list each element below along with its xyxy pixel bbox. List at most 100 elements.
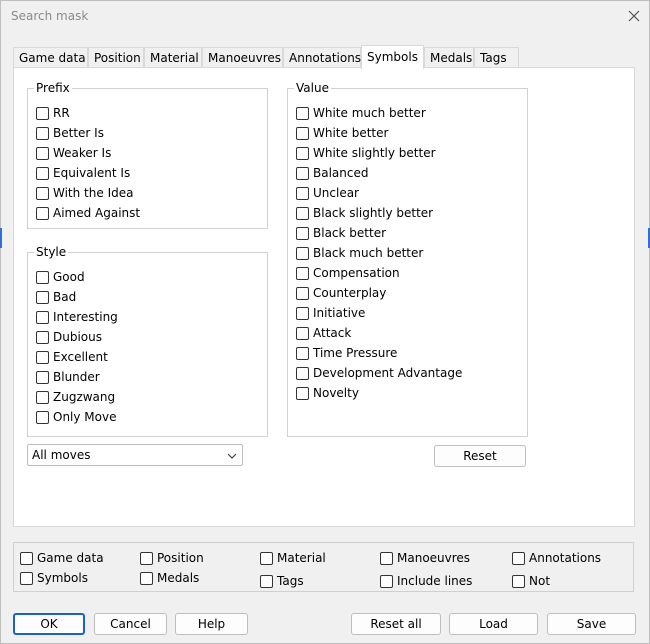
- style-checkbox[interactable]: Excellent: [36, 348, 108, 366]
- value-checkbox[interactable]: Initiative: [296, 304, 365, 322]
- checkbox-box[interactable]: [296, 326, 309, 340]
- checkbox-box[interactable]: [36, 290, 49, 304]
- checkbox-box[interactable]: [296, 146, 309, 160]
- value-checkbox[interactable]: White much better: [296, 104, 426, 122]
- checkbox-box[interactable]: [296, 186, 309, 200]
- value-checkbox[interactable]: Black better: [296, 224, 386, 242]
- tab-position[interactable]: Position: [88, 47, 144, 68]
- ok-button[interactable]: OK: [13, 613, 85, 635]
- value-checkbox[interactable]: White slightly better: [296, 144, 436, 162]
- checkbox-box[interactable]: [36, 410, 49, 424]
- value-checkbox[interactable]: Balanced: [296, 164, 368, 182]
- checkbox-box[interactable]: [36, 370, 49, 384]
- checkbox-label: Initiative: [313, 306, 366, 320]
- value-checkbox[interactable]: Compensation: [296, 264, 400, 282]
- checkbox-box[interactable]: [380, 551, 393, 565]
- style-checkbox[interactable]: Only Move: [36, 408, 116, 426]
- checkbox-box[interactable]: [260, 551, 273, 565]
- value-checkbox[interactable]: Black much better: [296, 244, 423, 262]
- prefix-checkbox[interactable]: Weaker Is: [36, 144, 111, 162]
- value-checkbox[interactable]: Counterplay: [296, 284, 386, 302]
- checkbox-box[interactable]: [36, 270, 49, 284]
- style-checkbox[interactable]: Good: [36, 268, 85, 286]
- value-checkbox[interactable]: Time Pressure: [296, 344, 397, 362]
- checkbox-box[interactable]: [36, 330, 49, 344]
- include-game-data-checkbox[interactable]: Game data: [20, 549, 104, 567]
- style-checkbox[interactable]: Zugzwang: [36, 388, 115, 406]
- include-symbols-checkbox[interactable]: Symbols: [20, 569, 88, 587]
- tab-game-data[interactable]: Game data: [13, 47, 88, 68]
- checkbox-box[interactable]: [296, 346, 309, 360]
- checkbox-box[interactable]: [512, 574, 525, 588]
- help-button[interactable]: Help: [175, 613, 248, 635]
- checkbox-box[interactable]: [296, 246, 309, 260]
- style-checkbox[interactable]: Bad: [36, 288, 76, 306]
- include-tags-checkbox[interactable]: Tags: [260, 572, 304, 590]
- moves-select[interactable]: All moves: [27, 444, 243, 466]
- style-checkbox[interactable]: Blunder: [36, 368, 100, 386]
- checkbox-box[interactable]: [512, 551, 525, 565]
- value-checkbox[interactable]: White better: [296, 124, 388, 142]
- checkbox-box[interactable]: [296, 266, 309, 280]
- checkbox-box[interactable]: [296, 306, 309, 320]
- tab-annotations[interactable]: Annotations: [283, 47, 361, 68]
- checkbox-box[interactable]: [380, 574, 393, 588]
- prefix-checkbox[interactable]: RR: [36, 104, 70, 122]
- checkbox-box[interactable]: [36, 126, 49, 140]
- include-position-checkbox[interactable]: Position: [140, 549, 204, 567]
- checkbox-box[interactable]: [296, 166, 309, 180]
- checkbox-box[interactable]: [296, 386, 309, 400]
- reset-button[interactable]: Reset: [434, 445, 526, 467]
- checkbox-box[interactable]: [36, 106, 49, 120]
- not-checkbox[interactable]: Not: [512, 572, 550, 590]
- checkbox-box[interactable]: [296, 106, 309, 120]
- include-lines-checkbox[interactable]: Include lines: [380, 572, 472, 590]
- checkbox-box[interactable]: [20, 571, 33, 585]
- checkbox-label: Weaker Is: [53, 146, 112, 160]
- tab-tags[interactable]: Tags: [474, 47, 519, 68]
- checkbox-label: White slightly better: [313, 146, 436, 160]
- checkbox-box[interactable]: [36, 390, 49, 404]
- include-manoeuvres-checkbox[interactable]: Manoeuvres: [380, 549, 470, 567]
- include-annotations-checkbox[interactable]: Annotations: [512, 549, 601, 567]
- checkbox-box[interactable]: [36, 206, 49, 220]
- tab-manoeuvres[interactable]: Manoeuvres: [202, 47, 283, 68]
- checkbox-box[interactable]: [36, 186, 49, 200]
- checkbox-box[interactable]: [260, 574, 273, 588]
- chevron-down-icon: [227, 453, 237, 459]
- checkbox-box[interactable]: [36, 146, 49, 160]
- tab-material[interactable]: Material: [144, 47, 202, 68]
- value-checkbox[interactable]: Black slightly better: [296, 204, 433, 222]
- value-checkbox[interactable]: Development Advantage: [296, 364, 462, 382]
- checkbox-box[interactable]: [36, 166, 49, 180]
- include-material-checkbox[interactable]: Material: [260, 549, 326, 567]
- checkbox-box[interactable]: [20, 551, 33, 565]
- close-icon[interactable]: [625, 7, 643, 25]
- prefix-checkbox[interactable]: Better Is: [36, 124, 104, 142]
- checkbox-box[interactable]: [296, 206, 309, 220]
- tab-medals[interactable]: Medals: [424, 47, 474, 68]
- checkbox-box[interactable]: [296, 286, 309, 300]
- checkbox-box[interactable]: [140, 551, 153, 565]
- checkbox-box[interactable]: [296, 126, 309, 140]
- checkbox-box[interactable]: [36, 350, 49, 364]
- save-button[interactable]: Save: [547, 613, 636, 635]
- style-checkbox[interactable]: Interesting: [36, 308, 118, 326]
- cancel-button[interactable]: Cancel: [94, 613, 167, 635]
- checkbox-box[interactable]: [296, 366, 309, 380]
- prefix-checkbox[interactable]: Equivalent Is: [36, 164, 130, 182]
- include-medals-checkbox[interactable]: Medals: [140, 569, 199, 587]
- checkbox-box[interactable]: [140, 571, 153, 585]
- load-button[interactable]: Load: [449, 613, 538, 635]
- tab-symbols[interactable]: Symbols: [361, 45, 424, 69]
- prefix-checkbox[interactable]: Aimed Against: [36, 204, 140, 222]
- style-checkbox[interactable]: Dubious: [36, 328, 102, 346]
- checkbox-box[interactable]: [296, 226, 309, 240]
- checkbox-box[interactable]: [36, 310, 49, 324]
- reset-all-button[interactable]: Reset all: [351, 613, 441, 635]
- value-checkbox[interactable]: Attack: [296, 324, 351, 342]
- symbols-panel: Prefix RR Better Is Weaker Is Equivalent…: [13, 67, 635, 527]
- value-checkbox[interactable]: Unclear: [296, 184, 359, 202]
- prefix-checkbox[interactable]: With the Idea: [36, 184, 133, 202]
- value-checkbox[interactable]: Novelty: [296, 384, 359, 402]
